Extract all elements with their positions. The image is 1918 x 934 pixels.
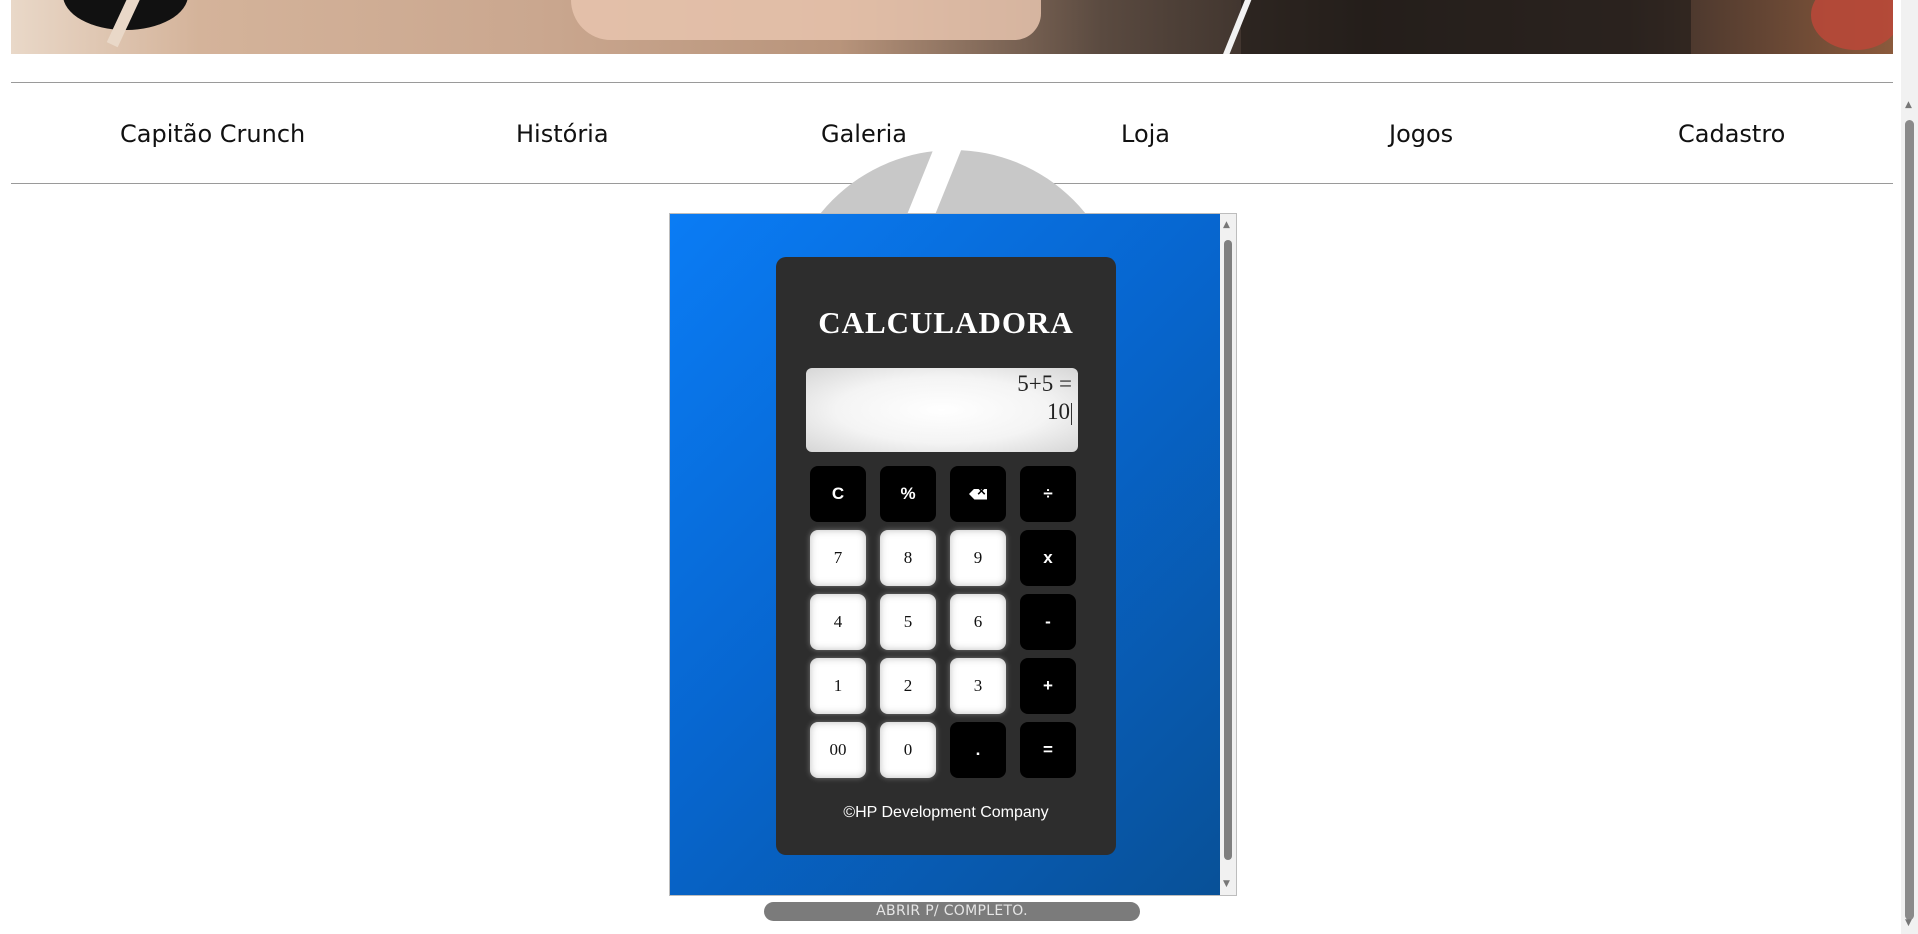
banner-photo-keyboard (1241, 0, 1691, 54)
open-full-button[interactable]: ABRIR P/ COMPLETO. (764, 902, 1140, 921)
key-4[interactable]: 4 (810, 594, 866, 650)
nav-item-historia[interactable]: História (516, 120, 609, 148)
key-percent[interactable]: % (880, 466, 936, 522)
key-00[interactable]: 00 (810, 722, 866, 778)
page-scroll-up-icon[interactable]: ▲ (1905, 100, 1912, 110)
key-decimal[interactable]: . (950, 722, 1006, 778)
nav-item-jogos[interactable]: Jogos (1389, 120, 1453, 148)
nav-item-galeria[interactable]: Galeria (821, 120, 907, 148)
scroll-down-icon[interactable]: ▼ (1223, 879, 1230, 889)
key-2[interactable]: 2 (880, 658, 936, 714)
embed-scrollbar[interactable]: ▲ ▼ (1220, 214, 1236, 895)
scroll-up-icon[interactable]: ▲ (1223, 220, 1230, 230)
key-equals[interactable]: = (1020, 722, 1076, 778)
calculator-keypad: C % ÷ 7 8 9 x 4 5 6 - 1 2 3 + 00 0 . = (810, 466, 1076, 778)
key-5[interactable]: 5 (880, 594, 936, 650)
nav-item-capitao-crunch[interactable]: Capitão Crunch (120, 120, 305, 148)
key-backspace[interactable] (950, 466, 1006, 522)
key-7[interactable]: 7 (810, 530, 866, 586)
page-scroll-down-icon[interactable]: ▼ (1905, 918, 1912, 928)
key-1[interactable]: 1 (810, 658, 866, 714)
backspace-icon (969, 488, 987, 500)
banner-photo-cap (1811, 0, 1893, 50)
calculator-footer: ©HP Development Company (843, 804, 1049, 821)
key-divide[interactable]: ÷ (1020, 466, 1076, 522)
header-banner-image (11, 0, 1893, 54)
key-9[interactable]: 9 (950, 530, 1006, 586)
key-add[interactable]: + (1020, 658, 1076, 714)
page-scrollbar[interactable]: ▲ ▼ (1901, 0, 1918, 934)
display-result: 10 (1047, 399, 1070, 424)
key-0[interactable]: 0 (880, 722, 936, 778)
key-clear[interactable]: C (810, 466, 866, 522)
calculator-title: CALCULADORA (818, 305, 1074, 340)
key-3[interactable]: 3 (950, 658, 1006, 714)
key-6[interactable]: 6 (950, 594, 1006, 650)
banner-photo-hand (571, 0, 1041, 40)
calculator-display[interactable]: 5+5 = 10 (806, 368, 1078, 452)
calculator: CALCULADORA 5+5 = 10 C % ÷ 7 8 9 x 4 5 6… (776, 257, 1116, 855)
key-subtract[interactable]: - (1020, 594, 1076, 650)
nav-item-loja[interactable]: Loja (1121, 120, 1170, 148)
nav-item-cadastro[interactable]: Cadastro (1678, 120, 1785, 148)
nav-divider-top (11, 82, 1893, 83)
page-scrollbar-thumb[interactable] (1905, 120, 1914, 920)
site-logo[interactable] (63, 0, 188, 30)
display-expression: 5+5 = (1017, 371, 1072, 396)
key-multiply[interactable]: x (1020, 530, 1076, 586)
key-8[interactable]: 8 (880, 530, 936, 586)
calculator-embed-frame[interactable]: CALCULADORA 5+5 = 10 C % ÷ 7 8 9 x 4 5 6… (669, 213, 1237, 896)
embed-scrollbar-thumb[interactable] (1224, 240, 1232, 860)
